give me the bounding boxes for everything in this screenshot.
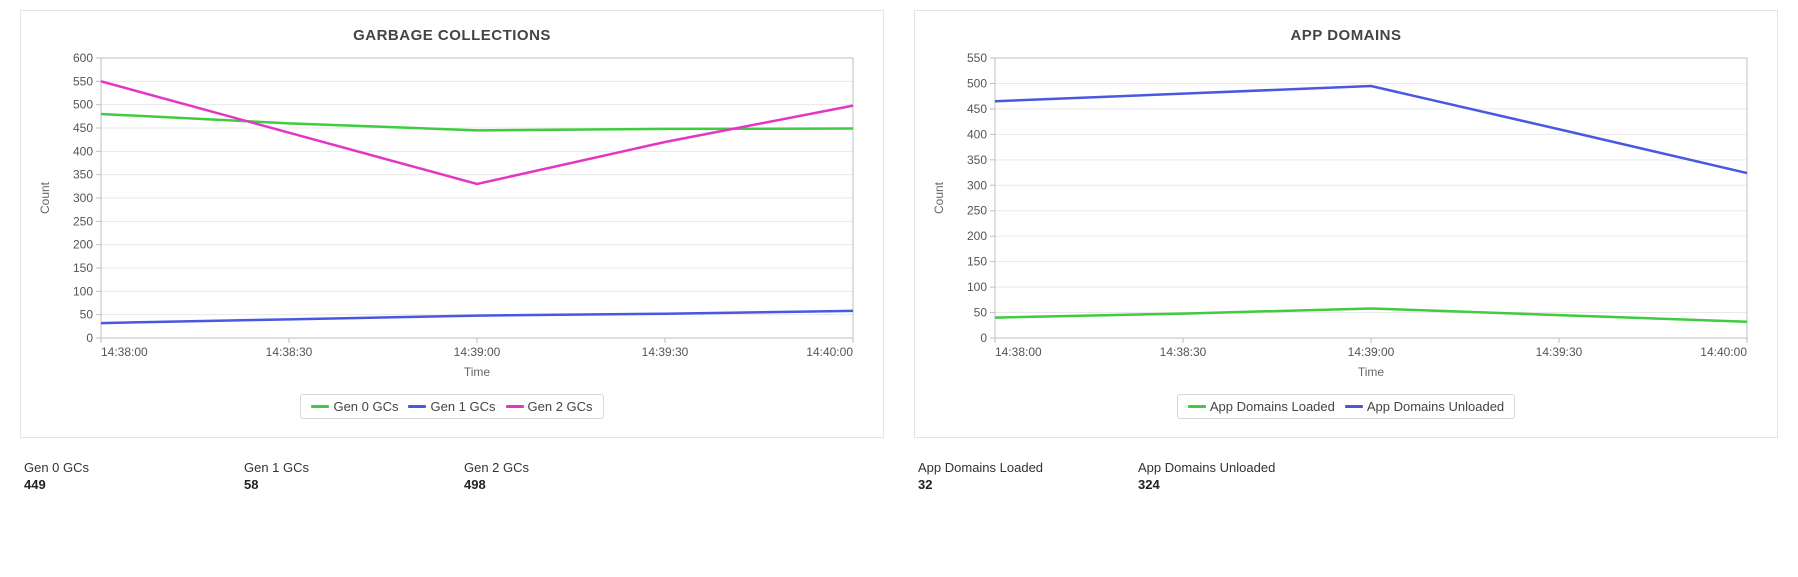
svg-text:100: 100 [73, 284, 93, 298]
svg-text:450: 450 [967, 102, 987, 116]
legend-label: Gen 0 GCs [333, 399, 398, 414]
svg-text:50: 50 [80, 308, 94, 322]
svg-text:250: 250 [967, 204, 987, 218]
svg-text:Count: Count [38, 181, 52, 214]
legend-gc: Gen 0 GCs Gen 1 GCs Gen 2 GCs [31, 394, 873, 419]
svg-text:600: 600 [73, 51, 93, 65]
svg-text:14:40:00: 14:40:00 [806, 345, 853, 359]
svg-text:Time: Time [1358, 365, 1385, 379]
chart-area-gc: 0 50 100 150 200 250 300 350 400 450 500 550 600 14:3… [31, 48, 873, 388]
stat-label: Gen 2 GCs [464, 460, 604, 475]
stat-block: App Domains Unloaded 324 [1138, 460, 1278, 492]
legend-swatch-icon [1188, 405, 1206, 408]
chart-box: APP DOMAINS 0 50 100 150 200 250 300 350 400 450 5… [914, 10, 1778, 438]
svg-text:14:38:30: 14:38:30 [1160, 345, 1207, 359]
legend-inner: Gen 0 GCs Gen 1 GCs Gen 2 GCs [300, 394, 603, 419]
svg-text:500: 500 [967, 76, 987, 90]
series-gen-2-gcs [101, 81, 853, 184]
legend-swatch-icon [1345, 405, 1363, 408]
panel-app-domains: APP DOMAINS 0 50 100 150 200 250 300 350 400 450 5… [914, 10, 1778, 492]
stat-value: 324 [1138, 477, 1278, 492]
svg-text:150: 150 [73, 261, 93, 275]
legend-item[interactable]: Gen 1 GCs [408, 399, 495, 414]
legend-swatch-icon [311, 405, 329, 408]
chart-svg: 0 50 100 150 200 250 300 350 400 450 500 550 14:38:0… [925, 48, 1767, 388]
svg-text:450: 450 [73, 121, 93, 135]
svg-text:250: 250 [73, 214, 93, 228]
svg-text:550: 550 [73, 74, 93, 88]
stat-value: 498 [464, 477, 604, 492]
svg-text:400: 400 [73, 144, 93, 158]
stat-block: App Domains Loaded 32 [918, 460, 1058, 492]
chart-title: GARBAGE COLLECTIONS [31, 27, 873, 44]
svg-text:14:39:30: 14:39:30 [642, 345, 689, 359]
legend-inner: App Domains Loaded App Domains Unloaded [1177, 394, 1515, 419]
svg-text:200: 200 [73, 238, 93, 252]
svg-text:0: 0 [980, 331, 987, 345]
chart-area-ad: 0 50 100 150 200 250 300 350 400 450 500 550 14:38:0… [925, 48, 1767, 388]
legend-item[interactable]: Gen 0 GCs [311, 399, 398, 414]
svg-text:400: 400 [967, 127, 987, 141]
stat-value: 32 [918, 477, 1058, 492]
svg-text:50: 50 [974, 306, 988, 320]
svg-text:14:38:00: 14:38:00 [101, 345, 148, 359]
svg-text:14:40:00: 14:40:00 [1700, 345, 1747, 359]
svg-text:Count: Count [932, 181, 946, 214]
stat-block: Gen 1 GCs 58 [244, 460, 384, 492]
legend-label: Gen 1 GCs [430, 399, 495, 414]
stat-label: Gen 1 GCs [244, 460, 384, 475]
svg-text:200: 200 [967, 229, 987, 243]
svg-text:100: 100 [967, 280, 987, 294]
svg-text:14:39:00: 14:39:00 [454, 345, 501, 359]
svg-text:300: 300 [73, 191, 93, 205]
svg-text:300: 300 [967, 178, 987, 192]
legend-ad: App Domains Loaded App Domains Unloaded [925, 394, 1767, 419]
svg-text:14:38:00: 14:38:00 [995, 345, 1042, 359]
chart-title: APP DOMAINS [925, 27, 1767, 44]
series-app-domains-loaded [995, 308, 1747, 321]
svg-text:150: 150 [967, 255, 987, 269]
stat-label: Gen 0 GCs [24, 460, 164, 475]
stat-block: Gen 0 GCs 449 [24, 460, 164, 492]
svg-text:Time: Time [464, 365, 491, 379]
svg-text:14:39:00: 14:39:00 [1348, 345, 1395, 359]
svg-text:350: 350 [73, 168, 93, 182]
legend-label: App Domains Unloaded [1367, 399, 1504, 414]
svg-text:14:38:30: 14:38:30 [266, 345, 313, 359]
stat-value: 58 [244, 477, 384, 492]
series-gen-1-gcs [101, 311, 853, 323]
svg-text:550: 550 [967, 51, 987, 65]
stats-row-ad: App Domains Loaded 32 App Domains Unload… [914, 460, 1778, 492]
stat-block: Gen 2 GCs 498 [464, 460, 604, 492]
stat-label: App Domains Loaded [918, 460, 1058, 475]
svg-text:350: 350 [967, 153, 987, 167]
svg-text:14:39:30: 14:39:30 [1536, 345, 1583, 359]
dashboard: GARBAGE COLLECTIONS 0 50 100 150 200 250 300 35… [0, 0, 1798, 512]
svg-text:0: 0 [86, 331, 93, 345]
stat-label: App Domains Unloaded [1138, 460, 1278, 475]
legend-swatch-icon [408, 405, 426, 408]
legend-item[interactable]: Gen 2 GCs [506, 399, 593, 414]
legend-label: App Domains Loaded [1210, 399, 1335, 414]
stats-row-gc: Gen 0 GCs 449 Gen 1 GCs 58 Gen 2 GCs 498 [20, 460, 884, 492]
legend-item[interactable]: App Domains Unloaded [1345, 399, 1504, 414]
legend-label: Gen 2 GCs [528, 399, 593, 414]
legend-swatch-icon [506, 405, 524, 408]
stat-value: 449 [24, 477, 164, 492]
legend-item[interactable]: App Domains Loaded [1188, 399, 1335, 414]
chart-svg: 0 50 100 150 200 250 300 350 400 450 500 550 600 14:3… [31, 48, 873, 388]
chart-box: GARBAGE COLLECTIONS 0 50 100 150 200 250 300 35… [20, 10, 884, 438]
panel-garbage-collections: GARBAGE COLLECTIONS 0 50 100 150 200 250 300 35… [20, 10, 884, 492]
svg-text:500: 500 [73, 98, 93, 112]
